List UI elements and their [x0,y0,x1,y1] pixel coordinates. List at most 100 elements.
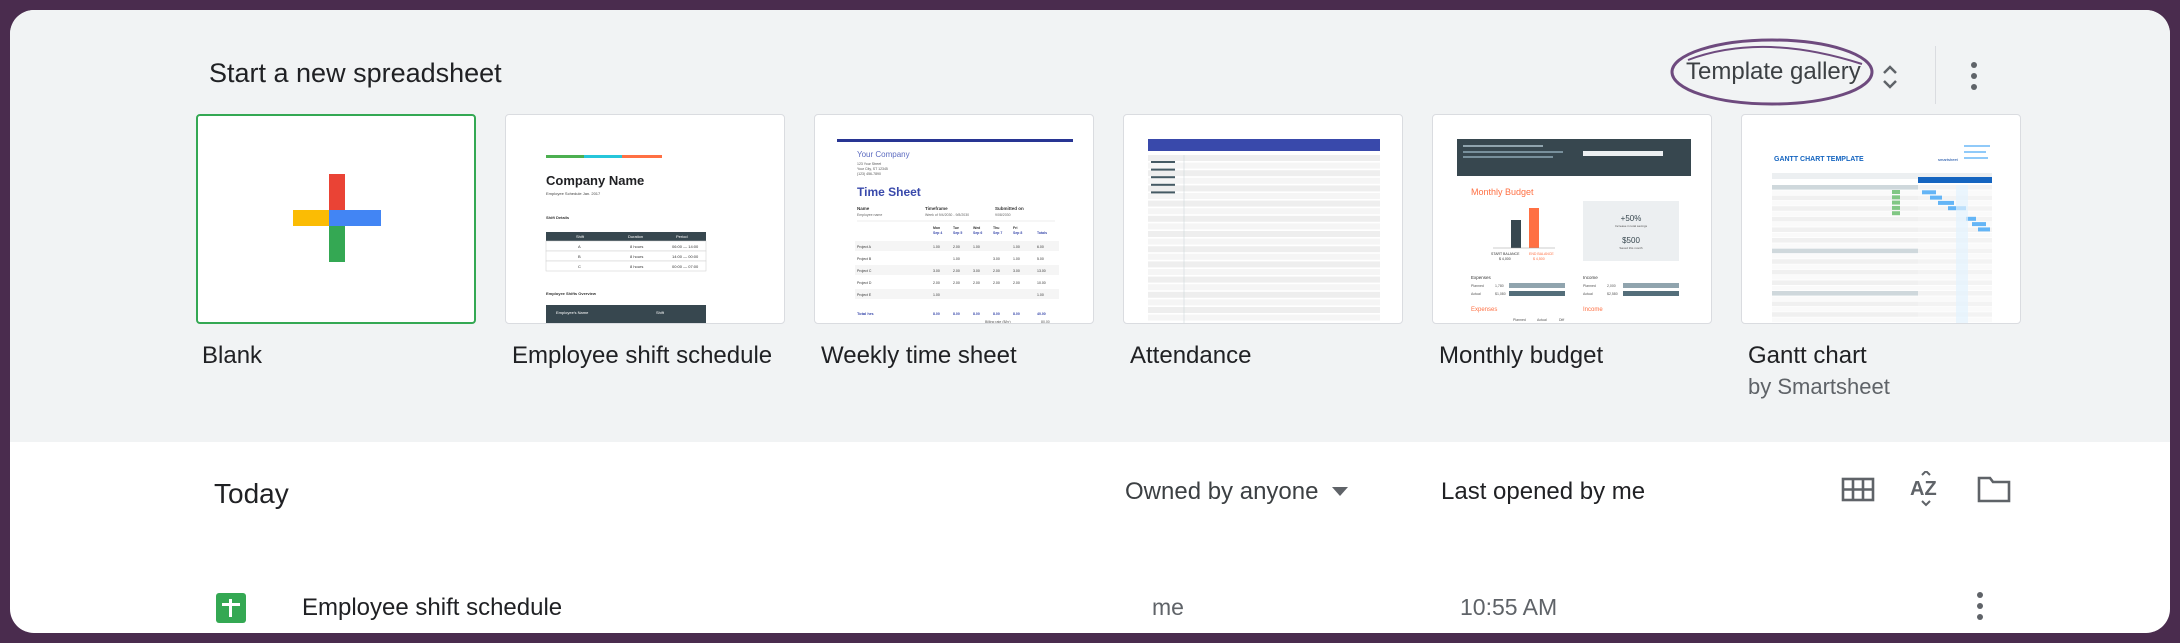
gantt-timeline-row [1918,280,1992,285]
ts-total: 8.00 [1013,312,1020,316]
monthly-budget-thumbnail: Monthly Budget START BALANCE $ 4,000 END… [1457,139,1691,322]
svg-text:123 Your Street: 123 Your Street [857,162,881,166]
attendance-row [1148,299,1380,306]
template-card-time-sheet[interactable]: Your Company 123 Your Street Your City, … [814,114,1094,324]
shift-section2: Employee Shifts Overview [546,291,597,296]
svg-text:Employee name: Employee name [857,213,882,217]
gantt-row [1772,216,1918,222]
gantt-timeline-row [1918,248,1992,254]
attendance-row [1148,162,1380,169]
attendance-row [1148,269,1380,275]
gantt-timeline-row [1918,232,1992,238]
svg-text:Billing rate ($/hr): Billing rate ($/hr) [985,320,1011,324]
shift-header-shift: Shift [576,234,585,239]
ts-total: 8.00 [973,312,980,316]
gantt-timeline-row [1918,269,1992,275]
sort-az-icon[interactable]: AZ [1908,471,1944,507]
gantt-timeline-row [1918,306,1992,312]
file-more-options-icon[interactable] [1974,590,1986,622]
gantt-row [1772,306,1918,312]
svg-text:A: A [578,244,581,249]
gantt-row [1772,291,1918,296]
ts-cell: 3.00 [1013,269,1020,273]
template-label-monthly-budget: Monthly budget [1439,342,1604,369]
svg-text:B: B [578,254,581,259]
svg-text:8 hours: 8 hours [630,254,643,259]
gantt-status-cell [1892,195,1900,200]
gantt-timeline-row [1918,296,1992,301]
gantt-brand: smartsheet [1938,157,1959,162]
shift-section1: Shift Details [546,215,570,220]
file-name: Employee shift schedule [302,594,563,621]
svg-text:Actual: Actual [1583,292,1593,296]
svg-text:Income: Income [1583,307,1603,313]
gantt-row [1772,232,1918,238]
ts-totals-label: Totals [1037,231,1047,235]
ts-day: Mon [933,226,940,230]
svg-text:8 hours: 8 hours [630,244,643,249]
gantt-timeline-row [1918,200,1992,206]
svg-text:Submitted on: Submitted on [995,206,1024,211]
gantt-status-cell [1892,190,1900,194]
svg-text:Increase in total savings: Increase in total savings [1615,224,1648,228]
svg-text:Your City, ST 12345: Your City, ST 12345 [857,167,888,171]
ts-cell: 5.00 [1037,257,1044,261]
gantt-timeline-row [1918,185,1992,190]
template-label-gantt-chart: Gantt chart [1748,342,1867,369]
more-options-icon[interactable] [1968,60,1980,92]
gantt-row [1772,280,1918,285]
ts-cell: 1.00 [953,257,960,261]
template-card-shift-schedule[interactable]: Company Name Employee Schedule Jan. 2017… [505,114,785,324]
gantt-bar [1930,195,1942,200]
template-gallery-button[interactable]: Template gallery [1670,38,1890,106]
attendance-name [1151,176,1175,179]
budget-bar-end [1529,208,1539,248]
gantt-row [1772,248,1918,254]
template-card-attendance[interactable] [1123,114,1403,324]
grid-view-icon[interactable] [1840,471,1876,507]
ts-cell: 3.00 [973,269,980,273]
attendance-row [1148,253,1380,260]
svg-text:00:00 — 07:00: 00:00 — 07:00 [672,264,699,269]
template-card-blank[interactable] [196,114,476,324]
template-card-gantt-chart[interactable]: GANTT CHART TEMPLATE smartsheet [1741,114,2021,324]
gantt-header-band [1918,177,1992,183]
attendance-row [1148,177,1380,184]
ts-cell: 2.00 [973,281,980,285]
gantt-timeline-row [1918,216,1992,222]
svg-text:Total hrs: Total hrs [857,311,874,316]
ts-cell: 2.00 [953,245,960,249]
sort-last-opened[interactable]: Last opened by me [1441,472,1645,512]
ts-date: Sep 5 [953,231,962,235]
gantt-bar [1978,227,1990,232]
gantt-row [1772,275,1918,280]
attendance-row [1148,307,1380,313]
unfold-more-icon[interactable] [1880,62,1900,92]
svg-text:Name: Name [857,206,870,211]
attendance-row [1148,155,1380,161]
gantt-row [1772,296,1918,301]
file-row[interactable]: Employee shift schedule me 10:55 AM [10,576,2170,633]
folder-icon[interactable] [1976,471,2012,507]
gantt-status-cell [1892,200,1900,205]
sheets-file-icon [216,593,246,623]
ts-cell: 2.00 [953,269,960,273]
attendance-row [1148,284,1380,291]
svg-text:Shift: Shift [656,310,665,315]
time-sheet-thumbnail: Your Company 123 Your Street Your City, … [837,139,1073,324]
ts-cell: 6.00 [1037,245,1044,249]
shift-title: Company Name [546,173,644,188]
ts-date: Sep 7 [993,231,1002,235]
ts-total: 40.00 [1037,312,1046,316]
gantt-timeline-row [1918,211,1992,217]
svg-text:$ 4,500: $ 4,500 [1533,257,1545,261]
gantt-timeline-row [1918,238,1992,243]
attendance-row [1148,276,1380,283]
owner-filter-dropdown[interactable]: Owned by anyone [1125,472,1349,512]
svg-text:START BALANCE: START BALANCE [1491,252,1520,256]
svg-text:Timeframe: Timeframe [925,206,948,211]
gantt-row [1772,301,1918,307]
template-card-monthly-budget[interactable]: Monthly Budget START BALANCE $ 4,000 END… [1432,114,1712,324]
ts-project: Project A [857,245,872,249]
svg-text:C: C [578,264,581,269]
